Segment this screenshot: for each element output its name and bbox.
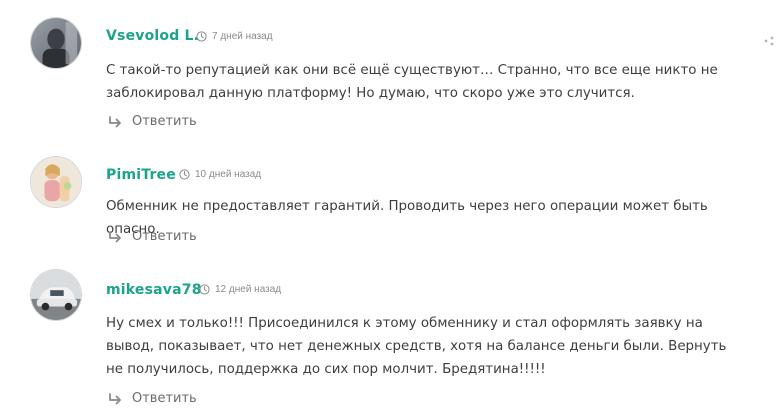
- reply-arrow-icon: [109, 230, 121, 242]
- reply-label: Ответить: [132, 391, 197, 406]
- comment-text: Обменник не предоставляет гарантий. Пров…: [106, 199, 708, 237]
- comment-timestamp: 7 дней назад: [196, 31, 273, 42]
- comment-item: mikesava78 12 дней назад Ну смех и тольк…: [0, 260, 780, 417]
- comment-time-text: 12 дней назад: [215, 284, 282, 295]
- reply-arrow-icon: [109, 392, 121, 404]
- comment-text: С такой-то репутацией как они всё ещё су…: [106, 63, 718, 101]
- comment-time-text: 10 дней назад: [195, 169, 262, 180]
- comment-time-text: 7 дней назад: [212, 31, 273, 42]
- clock-icon: [199, 284, 210, 295]
- comment-author[interactable]: Vsevolod L.: [106, 28, 199, 44]
- comment-timestamp: 12 дней назад: [199, 284, 281, 295]
- reply-label: Ответить: [132, 229, 197, 244]
- avatar[interactable]: [30, 17, 82, 69]
- reply-button[interactable]: Ответить: [108, 391, 197, 406]
- comment-author[interactable]: PimiTree: [106, 167, 176, 183]
- reply-label: Ответить: [132, 114, 197, 129]
- reply-button[interactable]: Ответить: [108, 114, 197, 129]
- comment-item: PimiTree 10 дней назад Обменник не предо…: [0, 145, 780, 260]
- comment-timestamp: 10 дней назад: [179, 169, 261, 180]
- avatar[interactable]: [30, 269, 82, 321]
- avatar[interactable]: [30, 156, 82, 208]
- comment-author[interactable]: mikesava78: [106, 282, 202, 298]
- comment-text: Ну смех и только!!! Присоединился к этом…: [106, 316, 727, 377]
- reply-button[interactable]: Ответить: [108, 229, 197, 244]
- reply-arrow-icon: [109, 115, 121, 127]
- clock-icon: [179, 169, 190, 180]
- clock-icon: [196, 31, 207, 42]
- comment-item: Vsevolod L. 7 дней назад С такой-то репу…: [0, 0, 780, 145]
